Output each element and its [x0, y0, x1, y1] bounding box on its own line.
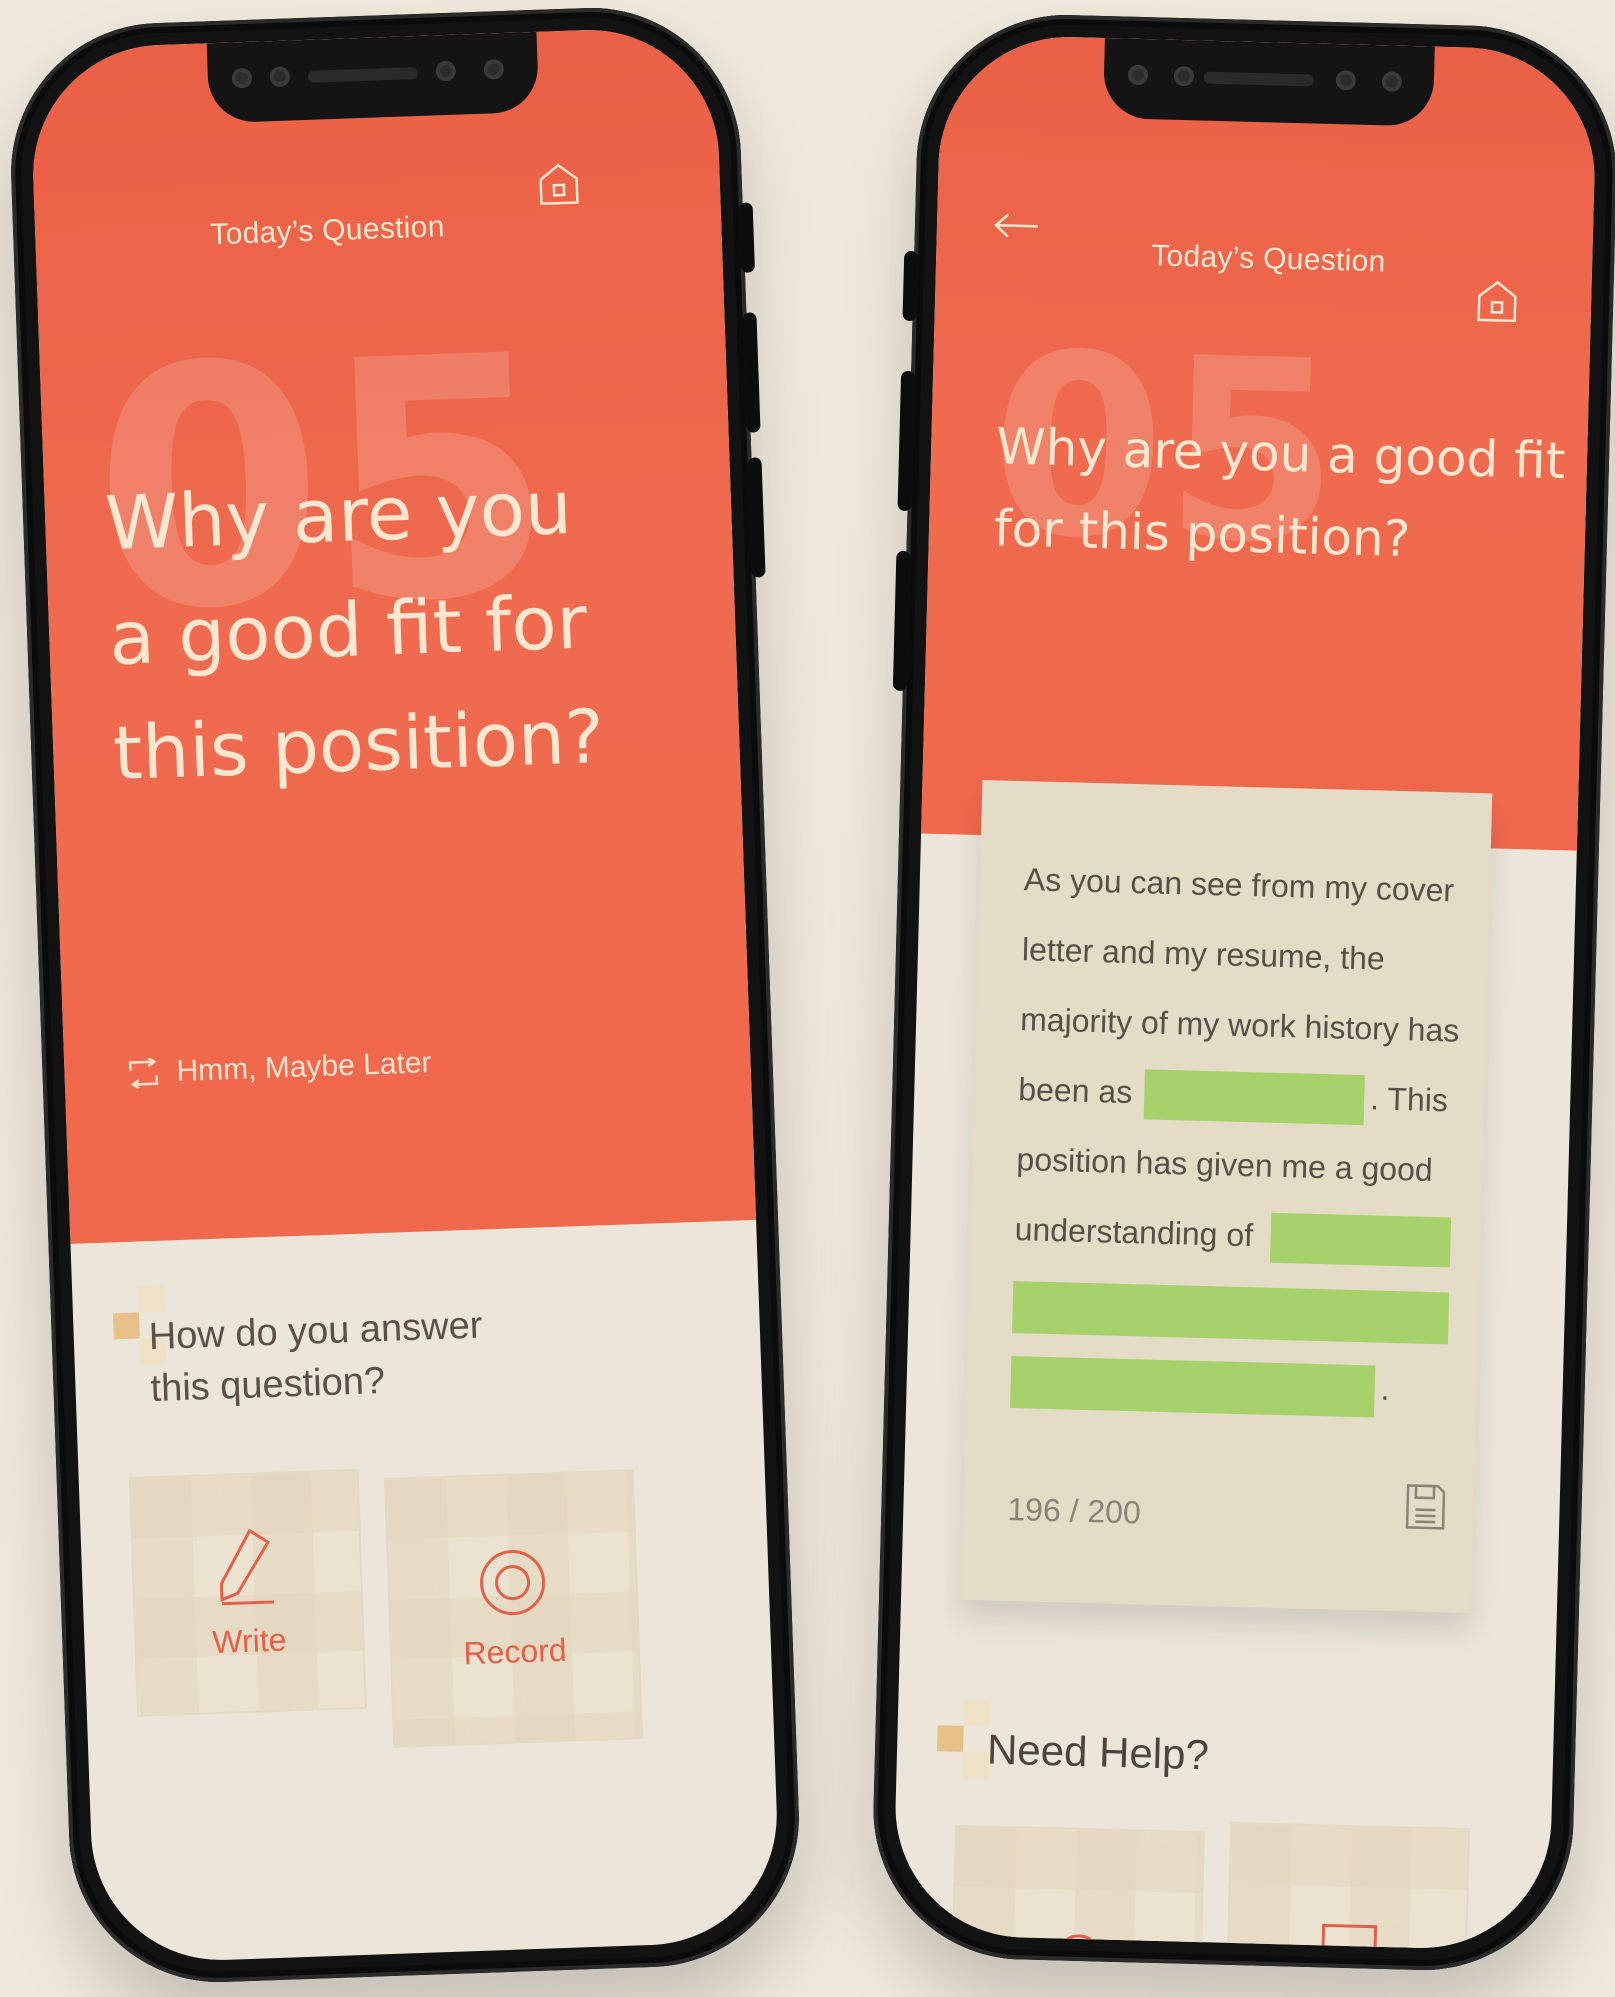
camera-icon	[1127, 64, 1149, 86]
side-button	[738, 202, 755, 273]
help-option[interactable]	[1224, 1821, 1471, 1952]
home-icon[interactable]	[536, 160, 582, 208]
answer-line: . This	[1369, 1080, 1449, 1119]
sensor-icon	[1173, 65, 1195, 87]
volume-down-button	[747, 457, 766, 578]
speaker	[307, 66, 419, 83]
screen-icon	[1321, 1923, 1378, 1952]
highlight-blank[interactable]	[1143, 1069, 1365, 1126]
volume-up-button	[897, 370, 916, 512]
highlight-blank[interactable]	[1269, 1212, 1452, 1268]
highlight-blank[interactable]	[1010, 1356, 1376, 1418]
volume-down-button	[892, 550, 911, 692]
question-text: Why are you a good fit for this position…	[993, 417, 1567, 569]
camera-icon	[1381, 71, 1403, 92]
answer-card[interactable]: As you can see from my cover letter and …	[961, 780, 1493, 1614]
record-icon	[480, 1549, 546, 1615]
answer-line: .	[1380, 1370, 1391, 1407]
back-arrow-icon[interactable]	[992, 210, 1043, 241]
save-icon[interactable]	[1403, 1481, 1448, 1532]
character-count: 196 / 200	[1006, 1490, 1142, 1531]
right-phone: Today’s Question 05 Why are you a good f…	[869, 11, 1615, 1974]
home-icon[interactable]	[1475, 278, 1520, 325]
left-phone: Today’s Question 05 Why are you a good f…	[6, 2, 804, 1988]
speaker	[1203, 71, 1315, 87]
answer-prompt: How do you answer this question?	[148, 1304, 484, 1411]
camera-icon	[483, 58, 505, 80]
question-text: Why are you a good fit for this position…	[103, 464, 606, 798]
answer-line: majority of my work history has	[1019, 1001, 1460, 1049]
answer-line: been as	[1017, 1071, 1133, 1111]
right-screen: Today’s Question 05 Why are you a good f…	[892, 33, 1598, 1952]
sensor-icon	[435, 60, 457, 82]
highlight-blank[interactable]	[1012, 1281, 1450, 1345]
repeat-icon	[128, 1057, 159, 1089]
help-title: Need Help?	[986, 1725, 1210, 1779]
answer-line: As you can see from my cover	[1023, 861, 1455, 909]
left-screen: Today’s Question 05 Why are you a good f…	[28, 25, 782, 1965]
mute-switch	[902, 250, 919, 322]
write-option[interactable]: Write	[128, 1468, 367, 1717]
write-label: Write	[211, 1621, 288, 1660]
pencil-icon	[219, 1528, 275, 1605]
notch	[206, 31, 540, 124]
volume-up-button	[742, 312, 761, 433]
page-title: Today’s Question	[1150, 239, 1386, 279]
sensor-icon	[269, 66, 291, 88]
answer-line: position has given me a good	[1016, 1141, 1434, 1188]
answer-line: understanding of	[1014, 1211, 1254, 1254]
record-option[interactable]: Record	[383, 1469, 644, 1748]
notch	[1102, 38, 1435, 127]
answer-line: letter and my resume, the	[1021, 931, 1386, 977]
camera-icon	[231, 67, 253, 89]
help-option[interactable]	[949, 1824, 1206, 1952]
phone-icon	[1062, 1934, 1096, 1951]
record-label: Record	[462, 1631, 568, 1671]
sensor-icon	[1335, 70, 1357, 91]
